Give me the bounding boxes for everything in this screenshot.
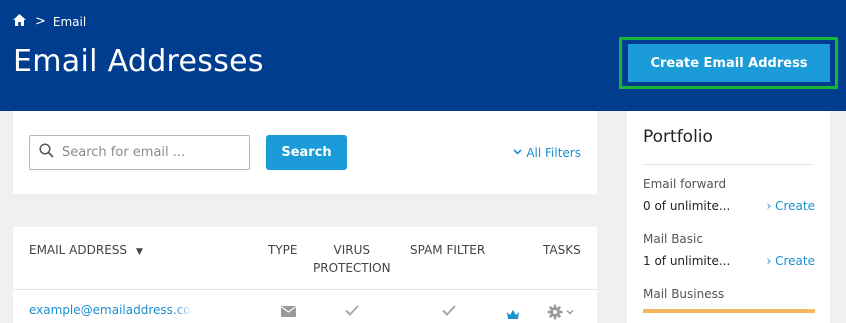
portfolio-divider	[643, 164, 814, 165]
portfolio-item-name: Email forward	[643, 177, 727, 191]
gear-icon	[547, 304, 575, 323]
column-header-spam-filter: SPAM FILTER	[410, 243, 486, 257]
column-header-email-label: EMAIL ADDRESS	[29, 243, 128, 257]
sort-desc-icon[interactable]: ▼	[136, 247, 143, 257]
column-header-virus-protection: VIRUS PROTECTION	[313, 241, 391, 277]
search-input[interactable]	[62, 145, 242, 160]
portfolio-item-usage: 1 of unlimite...	[643, 254, 731, 268]
create-link-label: Create	[775, 254, 815, 268]
usage-bar	[643, 309, 815, 313]
create-mail-basic-link[interactable]: › Create	[766, 254, 815, 268]
create-link-label: Create	[775, 199, 815, 213]
all-filters-label: All Filters	[526, 146, 581, 160]
chevron-down-icon	[513, 148, 522, 158]
crown-icon	[507, 309, 519, 323]
email-address-link[interactable]: example@emailaddress.com	[29, 303, 192, 317]
search-field[interactable]	[29, 135, 250, 170]
tasks-gear-menu[interactable]	[547, 304, 575, 323]
column-header-virus-line1: VIRUS	[333, 243, 371, 257]
envelope-icon	[281, 306, 296, 320]
search-icon	[39, 143, 54, 162]
column-header-virus-line2: PROTECTION	[313, 261, 391, 275]
create-email-forward-link[interactable]: › Create	[766, 199, 815, 213]
column-header-tasks: TASKS	[543, 243, 581, 257]
chevron-right-icon: ›	[766, 199, 772, 213]
portfolio-item-name: Mail Business	[643, 287, 725, 301]
create-email-address-button[interactable]: Create Email Address	[628, 44, 830, 82]
portfolio-item-name: Mail Basic	[643, 232, 703, 246]
home-icon[interactable]	[13, 14, 26, 29]
portfolio-panel: Portfolio Email forward 0 of unlimite...…	[627, 111, 830, 323]
breadcrumb: > Email	[13, 14, 86, 29]
page-title: Email Addresses	[13, 44, 264, 79]
column-header-type: TYPE	[268, 243, 298, 257]
breadcrumb-current: Email	[52, 14, 87, 29]
header-divider	[13, 289, 597, 290]
email-table: EMAIL ADDRESS ▼ TYPE VIRUS PROTECTION SPA…	[13, 227, 597, 323]
virus-protection-check-icon	[345, 305, 359, 319]
all-filters-link[interactable]: All Filters	[513, 146, 581, 160]
column-header-email[interactable]: EMAIL ADDRESS ▼	[29, 241, 143, 261]
search-panel: Search All Filters	[13, 111, 597, 194]
portfolio-title: Portfolio	[643, 127, 713, 147]
chevron-right-icon: ›	[766, 254, 772, 268]
spam-filter-check-icon	[442, 305, 456, 319]
search-button[interactable]: Search	[266, 135, 347, 170]
portfolio-item-usage: 0 of unlimite...	[643, 199, 731, 213]
breadcrumb-separator: >	[35, 14, 46, 29]
